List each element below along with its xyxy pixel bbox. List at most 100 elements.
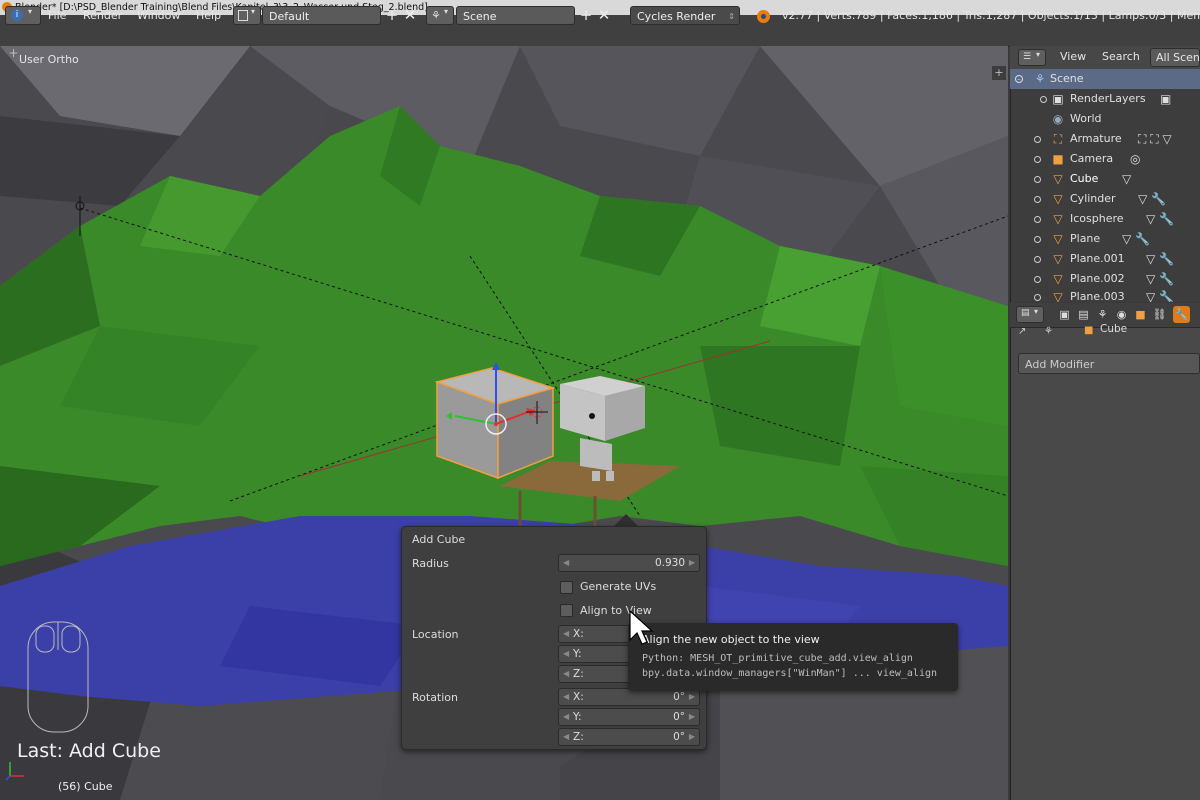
modifier-wrench-icon[interactable]: ▽ 🔧: [1146, 289, 1174, 302]
plus-icon: +: [385, 6, 399, 24]
radius-field[interactable]: ◀ 0.930 ▶: [558, 554, 700, 572]
menu-window[interactable]: Window: [137, 6, 180, 26]
modifier-wrench-icon[interactable]: ▽ 🔧: [1138, 191, 1166, 207]
layout-icon: [238, 10, 248, 21]
chevron-down-icon: ▾: [1034, 307, 1039, 316]
outliner-item-label: Cylinder: [1070, 192, 1116, 205]
armature-data-icon[interactable]: ⛶ ⛶ ▽: [1138, 131, 1172, 147]
modifier-wrench-icon[interactable]: ▽ 🔧: [1146, 271, 1174, 287]
tooltip-path: bpy.data.window_managers["WinMan"] ... v…: [642, 668, 938, 679]
outliner-item-label: Cube: [1070, 172, 1099, 185]
scene-selector-button[interactable]: ⚘ ▾: [426, 6, 454, 25]
render-layers-tab-icon[interactable]: ▤: [1075, 306, 1092, 323]
increment-arrow-icon[interactable]: ▶: [689, 555, 695, 571]
outliner-row-armature[interactable]: ⛶ Armature ⛶ ⛶ ▽: [1010, 129, 1200, 149]
scene-tab-icon[interactable]: ⚘: [1094, 306, 1111, 323]
rotation-z-field[interactable]: ◀ Z: 0° ▶: [558, 728, 700, 746]
outliner-item-label: RenderLayers: [1070, 92, 1146, 105]
expand-icon[interactable]: [1034, 136, 1041, 143]
outliner-row-camera[interactable]: ■ Camera ◎: [1010, 149, 1200, 169]
modifiers-tab-wrench-icon[interactable]: 🔧: [1173, 306, 1190, 323]
modifier-wrench-icon[interactable]: ▽ 🔧: [1122, 231, 1150, 247]
render-layer-icon[interactable]: ▣: [1160, 91, 1171, 107]
breadcrumb-object: Cube: [1100, 323, 1128, 335]
rotation-label: Rotation: [412, 691, 459, 704]
generate-uvs-checkbox[interactable]: [560, 581, 573, 594]
world-tab-icon[interactable]: ◉: [1113, 306, 1130, 323]
menu-render[interactable]: Render: [83, 6, 122, 26]
modifier-wrench-icon[interactable]: ▽ 🔧: [1146, 251, 1174, 267]
expand-icon[interactable]: [1034, 294, 1041, 301]
outliner-display-mode-select[interactable]: All Scenes: [1150, 48, 1200, 67]
generate-uvs-label: Generate UVs: [580, 580, 657, 593]
mesh-icon: ▽: [1053, 272, 1063, 286]
location-label: Location: [412, 628, 459, 641]
constraints-tab-link-icon[interactable]: ⛓: [1151, 306, 1168, 323]
outliner-editor-type-button[interactable]: ☰ ▾: [1018, 49, 1046, 66]
screen-layout-field[interactable]: Default: [262, 6, 381, 25]
screen-layout-button[interactable]: ▾: [233, 6, 261, 25]
properties-icon: ▤: [1021, 308, 1030, 318]
chevron-down-icon: ▾: [444, 7, 449, 16]
close-icon: ✕: [403, 6, 417, 24]
outliner-item-label: Plane.001: [1070, 252, 1125, 265]
outliner-item-label: Plane.003: [1070, 290, 1125, 302]
tooltip-title: Align the new object to the view: [642, 633, 820, 646]
outliner-row-cylinder[interactable]: ▽ Cylinder ▽ 🔧: [1010, 189, 1200, 209]
outliner-row-cube[interactable]: ▽ Cube ▽: [1010, 169, 1200, 189]
menu-help[interactable]: Help: [196, 6, 221, 26]
outliner-row-plane-001[interactable]: ▽ Plane.001 ▽ 🔧: [1010, 249, 1200, 269]
outliner-item-label: World: [1070, 112, 1102, 125]
mesh-icon: ▽: [1053, 192, 1063, 206]
expand-icon[interactable]: [1034, 256, 1041, 263]
delete-layout-button[interactable]: ✕: [402, 7, 418, 23]
outliner-row-icosphere[interactable]: ▽ Icosphere ▽ 🔧: [1010, 209, 1200, 229]
align-to-view-checkbox[interactable]: [560, 604, 573, 617]
properties-panel: [1010, 303, 1200, 800]
align-to-view-tooltip: Align the new object to the view Python:…: [628, 623, 958, 691]
properties-editor-type-button[interactable]: ▤ ▾: [1016, 306, 1044, 323]
expand-icon[interactable]: [1040, 96, 1047, 103]
decrement-arrow-icon[interactable]: ◀: [563, 555, 569, 571]
outliner-item-label: Scene: [1050, 72, 1084, 85]
editor-type-button[interactable]: i ▾: [5, 6, 41, 25]
camera-icon: ■: [1052, 152, 1064, 166]
expand-icon[interactable]: [1034, 236, 1041, 243]
expand-icon[interactable]: [1034, 176, 1041, 183]
pin-icon[interactable]: ↗: [1018, 326, 1026, 337]
chevron-updown-icon: ⇕: [728, 12, 735, 21]
delete-scene-button[interactable]: ✕: [596, 7, 612, 23]
menu-file[interactable]: File: [48, 6, 66, 26]
outliner-tab-view[interactable]: View: [1060, 50, 1086, 63]
expand-icon[interactable]: [1034, 216, 1041, 223]
add-modifier-select[interactable]: Add Modifier: [1018, 353, 1200, 374]
rotation-y-field[interactable]: ◀ Y: 0° ▶: [558, 708, 700, 726]
render-engine-select[interactable]: Cycles Render ⇕: [630, 6, 740, 25]
modifier-wrench-icon[interactable]: ▽ 🔧: [1146, 211, 1174, 227]
collapse-icon[interactable]: –: [1015, 75, 1023, 83]
breadcrumb-scene-icon: ⚘: [1044, 326, 1053, 337]
scene-stats: v2.77 | Verts:789 | Faces:1,186 | Tris:1…: [782, 9, 1200, 22]
outliner-row-scene[interactable]: – ⚘ Scene: [1010, 69, 1200, 89]
add-scene-button[interactable]: +: [578, 7, 594, 23]
outliner-row-plane[interactable]: ▽ Plane ▽ 🔧: [1010, 229, 1200, 249]
object-tab-cube-icon[interactable]: ■: [1132, 306, 1149, 323]
mesh-data-icon[interactable]: ▽: [1122, 171, 1131, 187]
operator-title: Add Cube: [412, 533, 466, 546]
outliner-item-label: Plane: [1070, 232, 1101, 245]
expand-icon[interactable]: [1034, 196, 1041, 203]
outliner-tab-search[interactable]: Search: [1102, 50, 1140, 63]
expand-icon[interactable]: [1034, 156, 1041, 163]
add-layout-button[interactable]: +: [384, 7, 400, 23]
outliner-row-plane-002[interactable]: ▽ Plane.002 ▽ 🔧: [1010, 269, 1200, 289]
scene-field[interactable]: Scene: [456, 6, 575, 25]
chevron-down-icon: ▾: [251, 7, 256, 16]
outliner-row-plane-003[interactable]: ▽ Plane.003 ▽ 🔧: [1010, 287, 1200, 302]
properties-toggle-plus-icon[interactable]: +: [992, 66, 1006, 80]
expand-icon[interactable]: [1034, 276, 1041, 283]
camera-data-icon[interactable]: ◎: [1130, 151, 1140, 167]
outliner-row-renderlayers[interactable]: ▣ RenderLayers ▣: [1010, 89, 1200, 109]
outliner-item-label: Armature: [1070, 132, 1122, 145]
render-tab-camera-icon[interactable]: ▣: [1056, 306, 1073, 323]
outliner-row-world[interactable]: ◉ World: [1010, 109, 1200, 129]
